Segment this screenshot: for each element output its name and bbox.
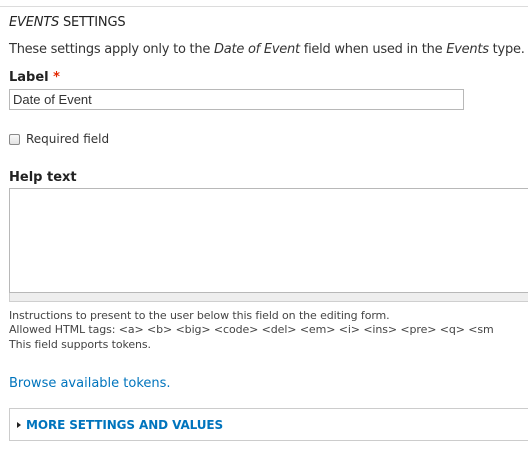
required-checkbox-label[interactable]: Required field — [26, 132, 109, 146]
section-title-type: EVENTS — [9, 15, 60, 30]
required-marker: * — [53, 70, 60, 85]
section-title-suffix: SETTINGS — [59, 15, 126, 30]
required-checkbox[interactable] — [9, 133, 20, 145]
triangle-right-icon — [17, 422, 21, 428]
intro-field-name: Date of Event — [214, 42, 300, 57]
help-text-label: Help text — [9, 170, 77, 185]
tokens-support-note: This field supports tokens. — [9, 338, 151, 351]
help-text-description-1: Instructions to present to the user belo… — [9, 309, 390, 322]
intro-text-1: These settings apply only to the — [9, 42, 214, 57]
label-field-label-text: Label — [9, 70, 49, 85]
settings-description: These settings apply only to the Date of… — [9, 42, 525, 57]
label-field-label: Label * — [9, 70, 60, 85]
top-divider — [0, 6, 528, 7]
help-text-textarea[interactable] — [9, 188, 528, 293]
section-title: EVENTS SETTINGS — [9, 15, 126, 30]
more-settings-label[interactable]: MORE SETTINGS AND VALUES — [26, 418, 223, 432]
label-input[interactable] — [9, 89, 464, 110]
browse-tokens-link[interactable]: Browse available tokens. — [9, 376, 171, 391]
intro-text-3: type. — [488, 42, 525, 57]
more-settings-details: MORE SETTINGS AND VALUES — [9, 408, 528, 441]
required-field-row[interactable]: Required field — [9, 131, 109, 147]
intro-text-2: field when used in the — [299, 42, 447, 57]
textarea-resize-handle[interactable] — [9, 293, 528, 302]
allowed-html-tags: Allowed HTML tags: <a> <b> <big> <code> … — [9, 323, 494, 336]
more-settings-toggle[interactable]: MORE SETTINGS AND VALUES — [17, 418, 223, 432]
intro-type-name: Events — [446, 42, 489, 57]
